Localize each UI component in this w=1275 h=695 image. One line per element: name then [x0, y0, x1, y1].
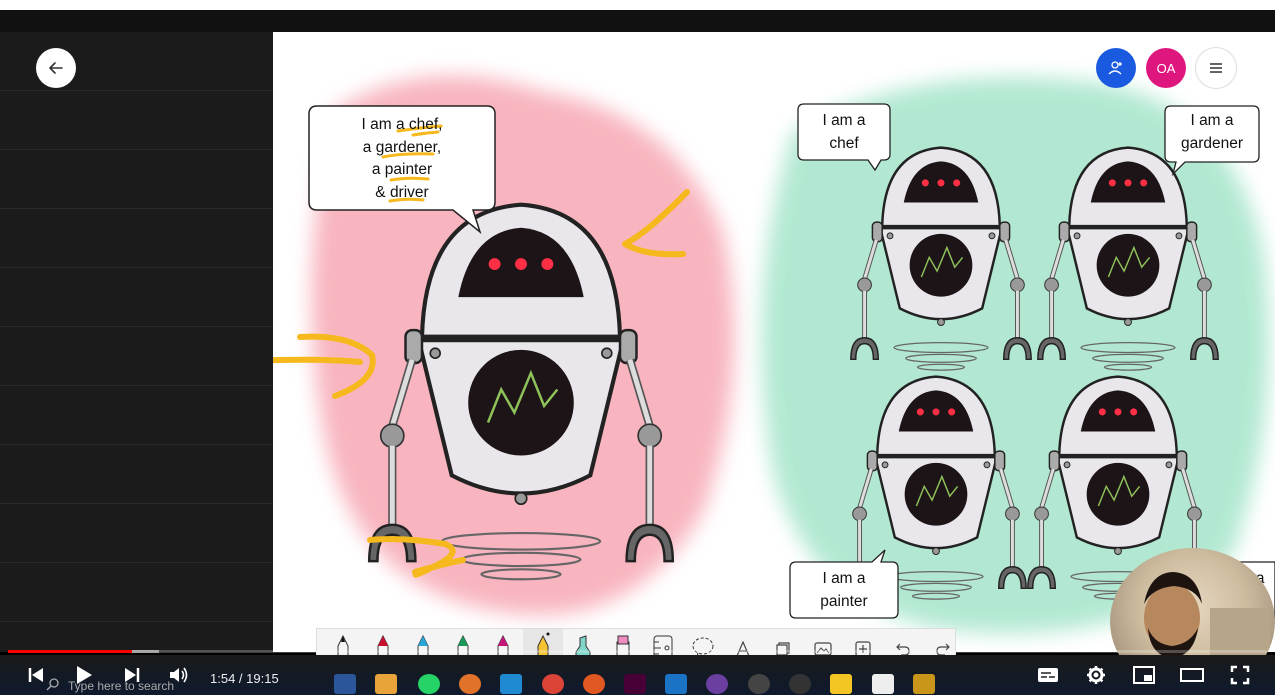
arrow-left-icon: [49, 62, 63, 74]
fullscreen-button[interactable]: [1226, 661, 1254, 689]
taskbar-app-icon[interactable]: [624, 674, 646, 694]
bubble-painter-text: I am a painter: [790, 568, 898, 613]
menu-button[interactable]: [1196, 48, 1236, 88]
hamburger-icon: [1210, 63, 1222, 73]
bubble-line: painter: [820, 592, 868, 610]
back-button[interactable]: [36, 48, 76, 88]
progress-played: [8, 650, 132, 653]
player-controls: [0, 655, 1275, 695]
taskbar-app-icon[interactable]: [418, 674, 440, 694]
subtitles-icon: [1038, 668, 1058, 682]
taskbar-app-icon[interactable]: [583, 674, 605, 694]
bubble-line: I am a: [822, 112, 866, 129]
taskbar-app-icon[interactable]: [748, 674, 770, 694]
settings-button[interactable]: [1082, 661, 1110, 689]
skip-previous-icon: [28, 668, 43, 682]
theater-mode-button[interactable]: [1178, 661, 1206, 689]
taskbar-app-icon[interactable]: [375, 674, 397, 694]
time-display: 1:54 / 19:15: [210, 671, 279, 686]
whiteboard-canvas[interactable]: I am a chef, a gardener, a painter & dri…: [273, 32, 1275, 652]
bubble-chef-text: I am a chef: [798, 110, 890, 155]
bubble-line: a gardener,: [362, 138, 442, 156]
bubble-line: gardener: [1180, 134, 1244, 152]
theater-icon: [1180, 668, 1204, 682]
taskbar-app-icon[interactable]: [789, 674, 811, 694]
subtitles-button[interactable]: [1034, 661, 1062, 689]
bubble-line: I am a: [822, 570, 866, 587]
bubble-line: & driver: [375, 183, 429, 201]
taskbar-app-icon[interactable]: [542, 674, 564, 694]
taskbar-app-icon[interactable]: [665, 674, 687, 694]
miniplayer-button[interactable]: [1130, 661, 1158, 689]
bubble-line: I am a: [1190, 112, 1234, 129]
taskbar-app-icon[interactable]: [830, 674, 852, 694]
taskbar-app-icon[interactable]: [872, 674, 894, 694]
bubble-line: chef: [829, 134, 859, 152]
taskbar-app-icon[interactable]: [706, 674, 728, 694]
miniplayer-icon: [1133, 666, 1155, 684]
taskbar-app-icon[interactable]: [459, 674, 481, 694]
taskbar-app-icon[interactable]: [334, 674, 356, 694]
app-title-bar: [0, 10, 1275, 32]
main-bubble-text: I am a chef, a gardener, a painter & dri…: [309, 114, 495, 204]
avatar-initials: OA: [1156, 60, 1176, 76]
avatar[interactable]: OA: [1146, 48, 1186, 88]
browser-top-strip: [0, 0, 1275, 10]
taskbar-app-icon[interactable]: [500, 674, 522, 694]
progress-track[interactable]: [8, 650, 1267, 653]
fullscreen-icon: [1230, 665, 1250, 685]
person-add-icon: [1108, 61, 1122, 75]
bubble-line: a painter: [371, 161, 433, 178]
invite-button[interactable]: [1096, 48, 1136, 88]
taskbar-search-input[interactable]: Type here to search: [68, 679, 174, 693]
bubble-line: I am a chef,: [361, 116, 443, 133]
bubble-gardener-text: I am a gardener: [1165, 110, 1259, 155]
taskbar-app-icon[interactable]: [913, 674, 935, 694]
search-icon: [46, 678, 59, 691]
left-panel: [0, 32, 273, 652]
gear-icon: [1087, 666, 1105, 684]
